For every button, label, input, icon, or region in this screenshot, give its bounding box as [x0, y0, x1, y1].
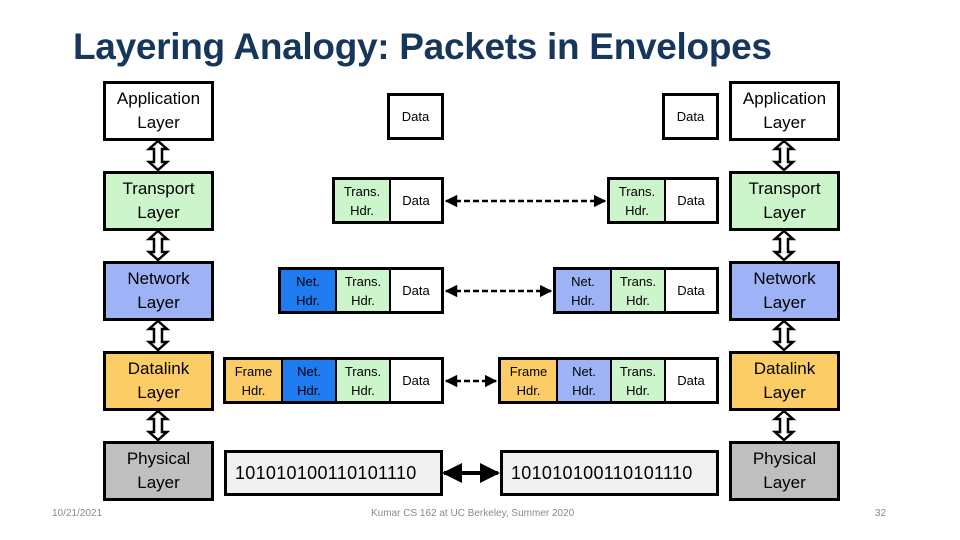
arrows-layer — [145, 139, 797, 483]
right-layer-double-arrow-icon — [771, 319, 797, 352]
right-layer-double-arrow-icon — [771, 229, 797, 262]
footer-course: Kumar CS 162 at UC Berkeley, Summer 2020 — [371, 508, 575, 519]
left-layer-double-arrow-icon — [145, 229, 171, 262]
footer-date: 10/21/2021 — [52, 508, 103, 519]
page-number: 32 — [875, 508, 887, 519]
vertical-double-arrows — [145, 139, 797, 442]
left-layer-double-arrow-icon — [145, 319, 171, 352]
right-layer-double-arrow-icon — [771, 139, 797, 172]
left-layer-double-arrow-icon — [145, 139, 171, 172]
right-layer-double-arrow-icon — [771, 409, 797, 442]
left-layer-double-arrow-icon — [145, 409, 171, 442]
